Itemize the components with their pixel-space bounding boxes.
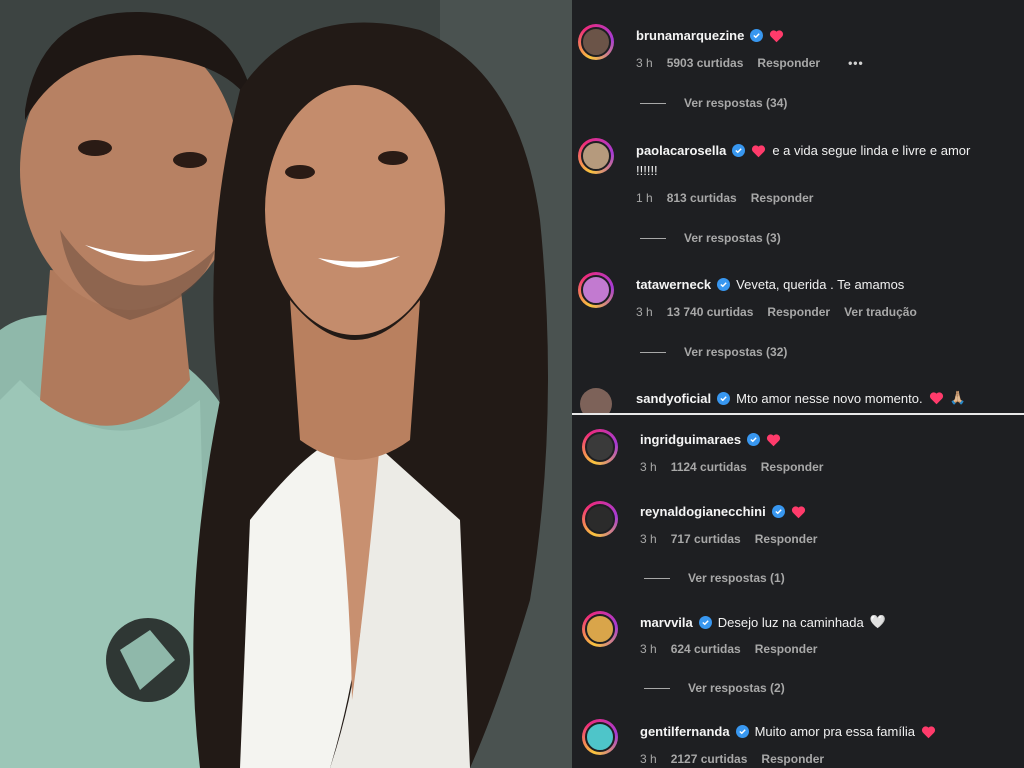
username[interactable]: tatawerneck: [636, 277, 711, 292]
reply-button[interactable]: Responder: [761, 752, 824, 766]
view-replies-button[interactable]: Ver respostas (2): [644, 681, 785, 695]
avatar[interactable]: [578, 386, 614, 413]
verified-badge-icon: [771, 505, 785, 518]
avatar[interactable]: [582, 611, 618, 647]
comment-time: 3 h: [640, 752, 657, 766]
avatar[interactable]: [582, 429, 618, 465]
likes-count[interactable]: 717 curtidas: [671, 532, 741, 546]
reply-button[interactable]: Responder: [755, 532, 818, 546]
view-replies-label[interactable]: Ver respostas (3): [684, 231, 781, 245]
view-replies-button[interactable]: Ver respostas (32): [640, 345, 787, 359]
view-replies-label[interactable]: Ver respostas (2): [688, 681, 785, 695]
verified-badge-icon: [698, 615, 712, 629]
heart-emoji-icon: [791, 505, 805, 518]
replies-divider: [644, 687, 670, 689]
avatar[interactable]: [578, 24, 614, 60]
comment-time: 3 h: [636, 56, 653, 70]
likes-count[interactable]: 813 curtidas: [667, 191, 737, 205]
verified-badge-icon: [717, 278, 731, 291]
likes-count[interactable]: 13 740 curtidas: [667, 305, 754, 319]
comment-time: 3 h: [636, 305, 653, 319]
username[interactable]: ingridguimaraes: [640, 432, 741, 447]
avatar[interactable]: [578, 272, 614, 308]
comment-text: e a vida segue linda e livre e amor: [772, 143, 971, 158]
comment-text: Muito amor pra essa família: [754, 724, 915, 739]
photo-illustration: [0, 0, 572, 768]
comment-marvvila: marvvila Desejo luz na caminhada 🤍 3 h 6…: [572, 597, 1024, 709]
likes-count[interactable]: 5903 curtidas: [667, 56, 744, 70]
comment-time: 3 h: [640, 532, 657, 546]
heart-emoji-icon: [752, 144, 766, 157]
username[interactable]: paolacarosella: [636, 143, 726, 158]
reply-button[interactable]: Responder: [767, 305, 830, 319]
replies-divider: [640, 237, 666, 239]
comment-tatawerneck: tatawerneck Veveta, querida . Te amamos …: [572, 264, 1024, 382]
comment-reynaldogianecchini: reynaldogianecchini 3 h 717 curtidas Res…: [572, 487, 1024, 597]
translate-button[interactable]: Ver tradução: [844, 305, 917, 319]
view-replies-button[interactable]: Ver respostas (3): [640, 231, 781, 245]
reply-button[interactable]: Responder: [757, 56, 820, 70]
comment-sandyoficial: sandyoficial Mto amor nesse novo momento…: [572, 382, 1024, 413]
heart-emoji-icon: [921, 725, 936, 738]
heart-emoji-icon: [767, 433, 781, 446]
white-heart-emoji: 🤍: [869, 614, 886, 629]
comment-time: 1 h: [636, 191, 653, 205]
replies-divider: [640, 351, 666, 353]
view-replies-label[interactable]: Ver respostas (1): [688, 571, 785, 585]
comment-brunamarquezine: brunamarquezine 3 h 5903 curtidas Respon…: [572, 0, 1024, 130]
heart-emoji-icon: [770, 29, 784, 42]
replies-divider: [644, 577, 670, 579]
screenshot-divider: [572, 413, 1024, 415]
view-replies-label[interactable]: Ver respostas (32): [684, 345, 787, 359]
comment-text: Mto amor nesse novo momento.: [736, 390, 923, 406]
view-replies-label[interactable]: Ver respostas (34): [684, 96, 787, 110]
likes-count[interactable]: 624 curtidas: [671, 642, 741, 656]
comment-text-continued: !!!!!!: [636, 163, 658, 178]
replies-divider: [640, 102, 666, 104]
avatar[interactable]: [578, 138, 614, 174]
view-replies-button[interactable]: Ver respostas (34): [640, 96, 787, 110]
heart-emoji-icon: [929, 392, 943, 405]
more-options-icon[interactable]: •••: [848, 56, 864, 70]
comment-gentilfernanda: gentilfernanda Muito amor pra essa famíl…: [572, 709, 1024, 768]
comment-paolacarosella: paolacarosella e a vida segue linda e li…: [572, 130, 1024, 264]
reply-button[interactable]: Responder: [751, 191, 814, 205]
couple-photo: [0, 0, 572, 768]
comments-panel: brunamarquezine 3 h 5903 curtidas Respon…: [572, 0, 1024, 768]
verified-badge-icon: [732, 144, 746, 157]
username[interactable]: gentilfernanda: [640, 724, 730, 739]
avatar[interactable]: [582, 501, 618, 537]
comment-time: 3 h: [640, 642, 657, 656]
verified-badge-icon: [747, 433, 761, 446]
likes-count[interactable]: 2127 curtidas: [671, 752, 748, 766]
comment-text: Desejo luz na caminhada: [717, 614, 864, 630]
likes-count[interactable]: 1124 curtidas: [671, 460, 747, 474]
verified-badge-icon: [735, 725, 749, 738]
praying-hands-emoji: 🙏🏼: [949, 390, 966, 405]
view-replies-button[interactable]: Ver respostas (1): [644, 571, 785, 585]
avatar[interactable]: [582, 719, 618, 755]
comment-time: 3 h: [640, 460, 657, 474]
username[interactable]: reynaldogianecchini: [640, 504, 766, 519]
reply-button[interactable]: Responder: [755, 642, 818, 656]
username[interactable]: brunamarquezine: [636, 28, 744, 43]
username[interactable]: marvvila: [640, 615, 693, 630]
username[interactable]: sandyoficial: [636, 391, 711, 406]
verified-badge-icon: [750, 29, 764, 42]
reply-button[interactable]: Responder: [761, 460, 824, 474]
verified-badge-icon: [717, 391, 731, 405]
comment-text: Veveta, querida . Te amamos: [736, 277, 905, 292]
comment-ingridguimaraes: ingridguimaraes 3 h 1124 curtidas Respon…: [572, 415, 1024, 487]
